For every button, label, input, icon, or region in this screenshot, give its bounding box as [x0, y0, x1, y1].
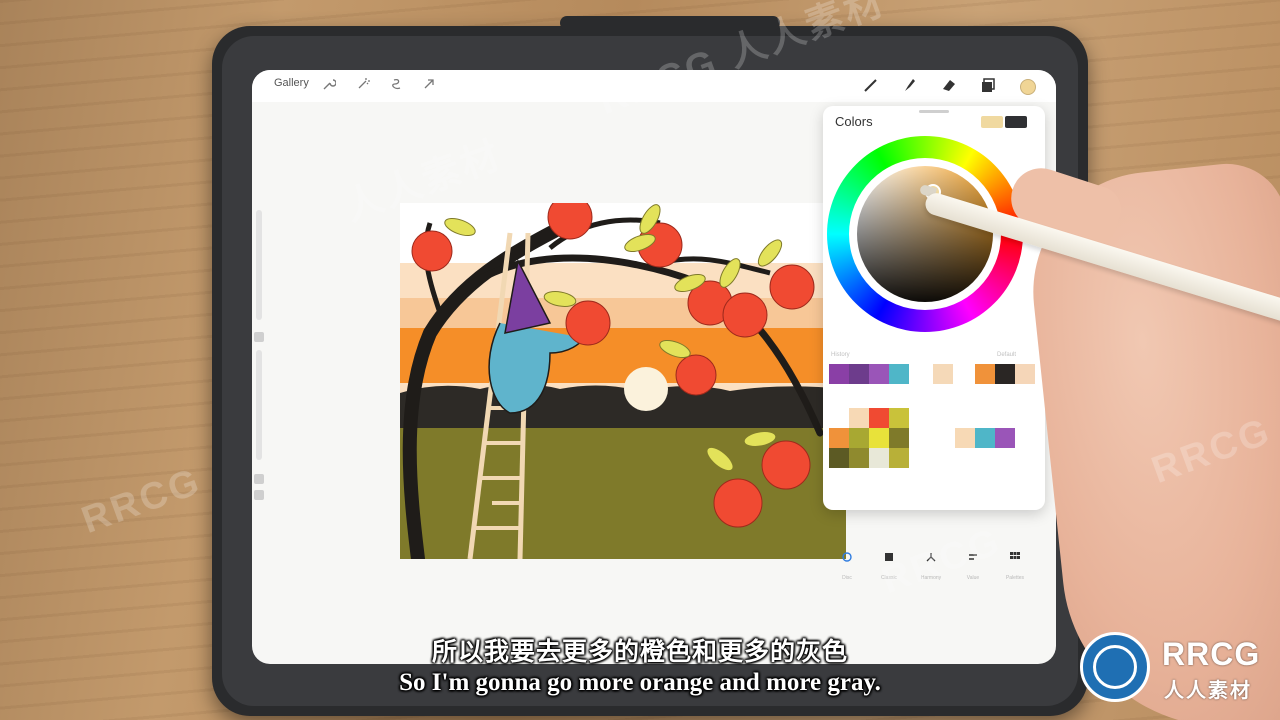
palette-swatch[interactable]	[849, 448, 869, 468]
palette-swatch[interactable]	[975, 428, 995, 448]
default-swatch[interactable]	[975, 364, 995, 384]
default-swatch[interactable]	[1015, 364, 1035, 384]
color-wheel-inner	[849, 158, 1001, 310]
logo-badge-ring	[1093, 645, 1137, 689]
disc-icon	[842, 552, 852, 562]
palette-swatch[interactable]	[869, 428, 889, 448]
colors-panel: Colors History Default Disc Classic Harm…	[823, 106, 1045, 581]
brush-icon[interactable]	[862, 76, 880, 94]
logo-main-text: RRCG	[1162, 636, 1261, 672]
default-palette-label: Default	[997, 352, 1017, 358]
palette-swatch[interactable]	[995, 428, 1015, 448]
palette-swatch[interactable]	[889, 428, 909, 448]
palette-swatch[interactable]	[955, 428, 975, 448]
logo-sub-text: 人人素材	[1164, 680, 1252, 702]
palette-swatch[interactable]	[829, 448, 849, 468]
colors-panel-title: Colors	[835, 114, 873, 129]
palette-swatch[interactable]	[849, 428, 869, 448]
history-swatch[interactable]	[849, 364, 869, 384]
redo-button[interactable]	[254, 490, 264, 500]
rrcg-logo: RRCG 人人素材	[1078, 628, 1274, 706]
history-swatch[interactable]	[869, 364, 889, 384]
layers-icon[interactable]	[980, 76, 998, 94]
active-color-button[interactable]	[1020, 79, 1036, 95]
history-label: History	[831, 352, 850, 358]
magic-wand-icon[interactable]	[356, 77, 370, 91]
current-color-swatch[interactable]	[981, 116, 1003, 128]
wrench-icon[interactable]	[322, 77, 336, 91]
transform-arrow-icon[interactable]	[422, 77, 436, 91]
palette-swatch[interactable]	[889, 448, 909, 468]
undo-button[interactable]	[254, 474, 264, 484]
eraser-icon[interactable]	[940, 76, 958, 94]
logo-badge	[1080, 632, 1150, 702]
brush-size-slider[interactable]	[256, 210, 262, 320]
palette-swatch[interactable]	[869, 408, 889, 428]
palette-swatch[interactable]	[869, 448, 889, 468]
panel-grip[interactable]	[919, 110, 949, 113]
color-wheel[interactable]	[827, 136, 1023, 332]
gallery-button[interactable]: Gallery	[274, 77, 309, 89]
canvas-artwork[interactable]	[400, 203, 846, 559]
default-swatch[interactable]	[995, 364, 1015, 384]
opacity-slider[interactable]	[256, 350, 262, 460]
palettes-grid-icon	[1010, 552, 1020, 559]
history-swatch[interactable]	[829, 364, 849, 384]
tab-disc[interactable]: Disc	[829, 552, 865, 584]
history-swatch[interactable]	[933, 364, 953, 384]
previous-color-swatch[interactable]	[1005, 116, 1027, 128]
selection-icon[interactable]	[390, 77, 404, 91]
palette-swatch[interactable]	[829, 428, 849, 448]
smudge-icon[interactable]	[900, 76, 918, 94]
palette-swatch[interactable]	[889, 408, 909, 428]
apple-tree-illustration	[400, 203, 846, 559]
history-swatch[interactable]	[889, 364, 909, 384]
palette-swatch[interactable]	[849, 408, 869, 428]
modify-button[interactable]	[254, 332, 264, 342]
